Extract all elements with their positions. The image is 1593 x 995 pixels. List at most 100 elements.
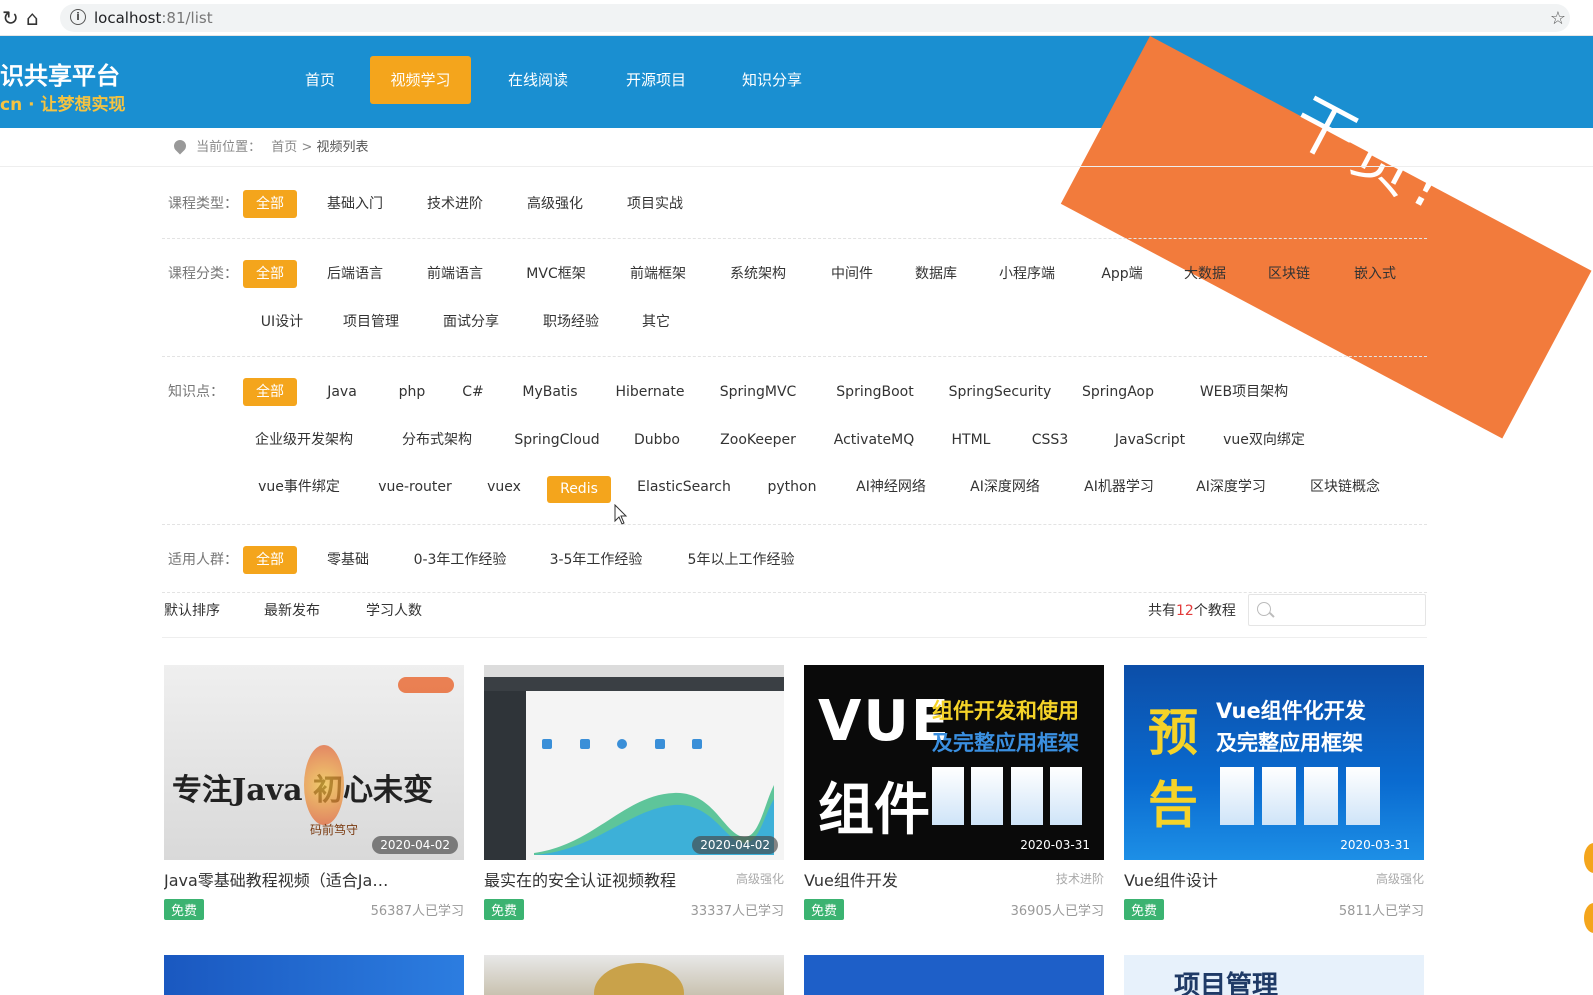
course-title[interactable]: Java零基础教程视频（适合Java 0基... <box>164 867 394 891</box>
search-input[interactable] <box>1277 599 1417 621</box>
audience-3-5-years[interactable]: 3-5年工作经验 <box>544 546 648 574</box>
nav-online-reading[interactable]: 在线阅读 <box>498 56 578 104</box>
kp-csharp[interactable]: C# <box>458 378 488 406</box>
kp-vuex[interactable]: vuex <box>484 473 524 501</box>
kp-blockchain-concept[interactable]: 区块链概念 <box>1306 473 1384 501</box>
category-career[interactable]: 职场经验 <box>536 308 606 336</box>
nav-knowledge-share[interactable]: 知识分享 <box>732 56 812 104</box>
kp-ai-machine-learning[interactable]: AI机器学习 <box>1080 473 1158 501</box>
kp-distributed[interactable]: 分布式架构 <box>398 426 476 454</box>
category-mini-program[interactable]: 小程序端 <box>990 260 1064 288</box>
course-thumbnail[interactable] <box>484 955 784 995</box>
publish-date-badge: 2020-03-31 <box>1020 838 1090 852</box>
kp-vue-router[interactable]: vue-router <box>376 473 454 501</box>
free-badge: 免费 <box>804 899 845 920</box>
nav-open-source[interactable]: 开源项目 <box>616 56 696 104</box>
bookmark-star-icon[interactable]: ☆ <box>1550 8 1566 29</box>
brand-logo <box>398 677 454 693</box>
course-thumbnail[interactable]: 项目管理 <box>1124 955 1424 995</box>
free-badge: 免费 <box>164 899 205 920</box>
kp-javascript[interactable]: JavaScript <box>1108 426 1192 454</box>
category-other[interactable]: 其它 <box>636 308 676 336</box>
course-type-project[interactable]: 项目实战 <box>620 190 690 218</box>
floating-widget[interactable] <box>1584 843 1593 873</box>
kp-ai-deep-network[interactable]: AI深度网络 <box>966 473 1044 501</box>
kp-vue-two-way-binding[interactable]: vue双向绑定 <box>1218 426 1310 454</box>
category-embedded[interactable]: 嵌入式 <box>1346 260 1404 288</box>
kp-dubbo[interactable]: Dubbo <box>632 426 682 454</box>
reload-icon[interactable]: ↻ <box>2 6 19 30</box>
course-thumbnail[interactable]: 2020-04-02 <box>484 665 784 860</box>
kp-php[interactable]: php <box>392 378 432 406</box>
breadcrumb-home[interactable]: 首页 <box>271 140 297 155</box>
kp-css3[interactable]: CSS3 <box>1026 426 1074 454</box>
info-icon[interactable]: i <box>70 9 86 25</box>
sort-default[interactable]: 默认排序 <box>164 600 220 620</box>
search-icon[interactable] <box>1257 602 1271 616</box>
sort-learners[interactable]: 学习人数 <box>366 600 422 620</box>
kp-python[interactable]: python <box>764 473 820 501</box>
kp-springmvc[interactable]: SpringMVC <box>716 378 800 406</box>
search-box[interactable] <box>1248 594 1426 626</box>
course-card[interactable]: 2020-04-02 最实在的安全认证视频教程 高级强化 免费 33337人已学… <box>484 665 784 920</box>
category-frontend-framework[interactable]: 前端框架 <box>622 260 694 288</box>
category-mvc[interactable]: MVC框架 <box>520 260 592 288</box>
kp-mybatis[interactable]: MyBatis <box>518 378 582 406</box>
kp-java[interactable]: Java <box>320 378 364 406</box>
kp-elasticsearch[interactable]: ElasticSearch <box>636 473 732 501</box>
course-title[interactable]: Vue组件开发 <box>804 867 1034 891</box>
category-app[interactable]: App端 <box>1092 260 1152 288</box>
audience-0-3-years[interactable]: 0-3年工作经验 <box>408 546 512 574</box>
free-badge: 免费 <box>484 899 525 920</box>
kp-ai-neural-network[interactable]: AI神经网络 <box>852 473 930 501</box>
floating-widget[interactable] <box>1584 903 1593 933</box>
course-type-all[interactable]: 全部 <box>243 190 297 218</box>
course-thumbnail[interactable] <box>804 955 1104 995</box>
category-middleware[interactable]: 中间件 <box>822 260 882 288</box>
category-interview[interactable]: 面试分享 <box>436 308 506 336</box>
category-project-mgmt[interactable]: 项目管理 <box>336 308 406 336</box>
course-title[interactable]: 最实在的安全认证视频教程 <box>484 867 714 891</box>
kp-springsecurity[interactable]: SpringSecurity <box>946 378 1054 406</box>
course-type-advanced[interactable]: 技术进阶 <box>420 190 490 218</box>
audience-all[interactable]: 全部 <box>243 546 297 574</box>
kp-vue-event-binding[interactable]: vue事件绑定 <box>252 473 346 501</box>
category-architecture[interactable]: 系统架构 <box>722 260 794 288</box>
course-card[interactable]: 专注Java 初心未变 码前笃守 2020-04-02 Java零基础教程视频（… <box>164 665 464 920</box>
course-card[interactable]: VUE 组件 组件开发和使用 及完整应用框架 2020-03-31 Vue组件开… <box>804 665 1104 920</box>
category-ui-design[interactable]: UI设计 <box>252 308 312 336</box>
kp-springaop[interactable]: SpringAop <box>1080 378 1156 406</box>
nav-home[interactable]: 首页 <box>290 56 350 104</box>
kp-redis[interactable]: Redis <box>547 476 611 503</box>
sort-latest[interactable]: 最新发布 <box>264 600 320 620</box>
course-type-intensive[interactable]: 高级强化 <box>520 190 590 218</box>
course-thumbnail[interactable]: 专注Java 初心未变 码前笃守 2020-04-02 <box>164 665 464 860</box>
category-big-data[interactable]: 大数据 <box>1176 260 1234 288</box>
audience-zero-basis[interactable]: 零基础 <box>320 546 376 574</box>
category-frontend-lang[interactable]: 前端语言 <box>420 260 490 288</box>
kp-enterprise-architecture[interactable]: 企业级开发架构 <box>252 426 356 454</box>
course-thumbnail[interactable] <box>164 955 464 995</box>
course-type-basic[interactable]: 基础入门 <box>320 190 390 218</box>
audience-5-plus-years[interactable]: 5年以上工作经验 <box>682 546 800 574</box>
course-thumbnail[interactable]: 预 告 Vue组件化开发 及完整应用框架 2020-03-31 <box>1124 665 1424 860</box>
category-blockchain[interactable]: 区块链 <box>1260 260 1318 288</box>
kp-html[interactable]: HTML <box>946 426 996 454</box>
nav-video-learning[interactable]: 视频学习 <box>370 56 471 104</box>
category-database[interactable]: 数据库 <box>906 260 966 288</box>
category-all[interactable]: 全部 <box>243 260 297 288</box>
address-bar[interactable]: i localhost:81/list ☆ <box>60 4 1570 32</box>
kp-web-architecture[interactable]: WEB项目架构 <box>1196 378 1292 406</box>
kp-springboot[interactable]: SpringBoot <box>830 378 920 406</box>
kp-activatemq[interactable]: ActivateMQ <box>830 426 918 454</box>
kp-all[interactable]: 全部 <box>243 378 297 406</box>
home-icon[interactable]: ⌂ <box>26 6 39 30</box>
course-thumbnail[interactable]: VUE 组件 组件开发和使用 及完整应用框架 2020-03-31 <box>804 665 1104 860</box>
course-title[interactable]: Vue组件设计 <box>1124 867 1354 891</box>
kp-zookeeper[interactable]: ZooKeeper <box>716 426 800 454</box>
course-card[interactable]: 预 告 Vue组件化开发 及完整应用框架 2020-03-31 Vue组件设计 … <box>1124 665 1424 920</box>
kp-hibernate[interactable]: Hibernate <box>612 378 688 406</box>
category-backend[interactable]: 后端语言 <box>320 260 390 288</box>
kp-springcloud[interactable]: SpringCloud <box>512 426 602 454</box>
kp-ai-deep-learning[interactable]: AI深度学习 <box>1192 473 1270 501</box>
